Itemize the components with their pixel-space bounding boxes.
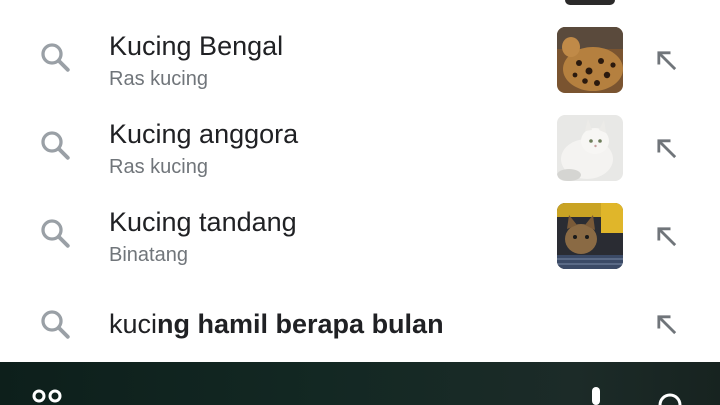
angora-cat-thumbnail [557,115,623,181]
suggestion-subtitle: Ras kucing [109,68,208,90]
search-icon [41,43,70,72]
fill-query-arrow-icon[interactable] [653,311,681,339]
mic-icon[interactable] [588,387,604,405]
search-icon [41,131,70,160]
suggestion-subtitle: Ras kucing [109,156,208,178]
previous-thumbnail-edge [565,0,615,5]
bengal-cat-thumbnail [557,27,623,93]
suggestion-row-kucing-bengal[interactable]: Kucing Bengal Ras kucing [0,15,720,103]
fill-query-arrow-icon[interactable] [653,135,681,163]
suggestion-title: Kucing tandang [109,207,297,237]
lens-icon[interactable] [655,391,685,405]
kitten-in-cage-thumbnail [557,203,623,269]
suggestion-subtitle: Binatang [109,244,188,266]
suggestion-title: Kucing Bengal [109,31,284,61]
suggested-completion: ng hamil berapa bulan [157,309,444,339]
previous-suggestion-edge [0,0,720,6]
search-icon [41,310,70,339]
typed-prefix: kuci [109,309,158,339]
suggestion-row-kucing-tandang[interactable]: Kucing tandang Binatang [0,191,720,279]
suggestion-row-kucing-anggora[interactable]: Kucing anggora Ras kucing [0,103,720,191]
bubbles-icon[interactable] [30,388,70,405]
fill-query-arrow-icon[interactable] [653,223,681,251]
fill-query-arrow-icon[interactable] [653,47,681,75]
suggestion-row-query[interactable]: kucing hamil berapa bulan [0,280,720,368]
bottom-bar [0,362,720,405]
suggestion-title: Kucing anggora [109,119,299,149]
query-suggestion-text: kucing hamil berapa bulan [109,309,444,340]
search-icon [41,219,70,248]
